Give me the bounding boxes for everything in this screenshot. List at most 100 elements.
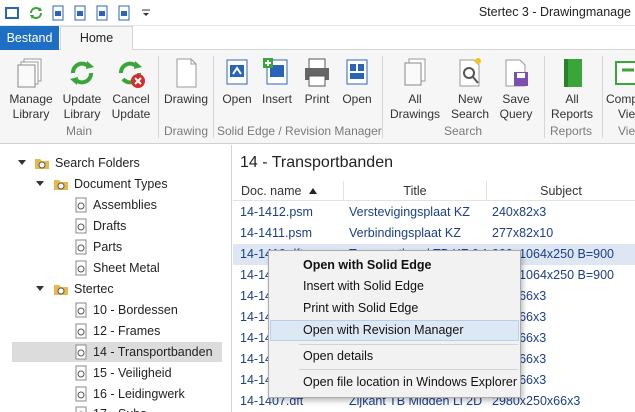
insert-label: Insert: [261, 92, 292, 106]
column-header-title[interactable]: Title: [344, 181, 487, 201]
tree-label: Drafts: [93, 219, 127, 233]
ribbon-separator: [602, 56, 603, 138]
all-drawings-label-1: All: [408, 92, 422, 106]
folder-tree: Search Folders Document Types Assemblies…: [0, 145, 232, 412]
menu-item-insert-solid-edge[interactable]: Insert with Solid Edge: [270, 276, 519, 297]
tab-file[interactable]: Bestand: [0, 26, 59, 50]
cell-title: Verstevigingsplaat KZ: [349, 205, 470, 219]
search-icon: [459, 58, 481, 87]
save-icon: [505, 59, 528, 87]
chevron-down-icon[interactable]: [36, 181, 44, 186]
refresh-icon[interactable]: [28, 5, 44, 21]
compare-icon: [615, 61, 635, 85]
insert-button[interactable]: Insert: [258, 56, 296, 120]
customize-toolbar-icon[interactable]: [138, 5, 154, 21]
document-icon[interactable]: [72, 5, 88, 21]
new-search-button[interactable]: New Search: [448, 56, 492, 121]
group-label-solid-edge: Solid Edge / Revision Manager: [217, 124, 382, 138]
tree-label: Stertec: [74, 282, 114, 296]
search-folder-icon: [54, 180, 68, 190]
group-label-reports: Reports: [550, 124, 593, 138]
insert-icon: [263, 58, 288, 85]
search-document-icon: [75, 302, 87, 318]
ribbon: Manage Library Update Library Cancel Upd…: [0, 50, 635, 144]
open-label: Open: [222, 92, 252, 106]
group-label-main: Main: [66, 124, 93, 138]
search-folder-icon: [35, 159, 49, 169]
tree-label: Assemblies: [93, 198, 157, 212]
all-drawings-button[interactable]: All Drawings: [386, 56, 444, 121]
group-label-view: Vie: [618, 124, 635, 138]
open-solid-edge-button[interactable]: Open: [218, 56, 256, 120]
cell-subject: 277x82x10: [492, 226, 554, 240]
tree-label: Parts: [93, 240, 123, 254]
search-folder-icon: [54, 285, 68, 295]
table-header: Doc. name Title Subject: [233, 181, 635, 201]
printer-icon: [305, 58, 329, 87]
documents-icon: [404, 58, 426, 86]
compare-view-button[interactable]: Comp Vie: [606, 56, 635, 121]
ribbon-separator: [213, 56, 214, 138]
tree-label: 14 - Transportbanden: [93, 345, 213, 359]
search-document-icon: [75, 365, 87, 381]
menu-item-open-file-location[interactable]: Open file location in Windows Explorer: [270, 372, 519, 393]
column-label: Doc. name: [241, 184, 302, 198]
save-query-label-1: Save: [502, 92, 530, 106]
tree-label: 16 - Leidingwerk: [93, 387, 185, 401]
column-header-doc-name[interactable]: Doc. name: [233, 181, 344, 201]
cancel-update-label-1: Cancel: [112, 92, 150, 106]
cell-doc-name: 14-1412.psm: [240, 205, 313, 219]
print-button[interactable]: Print: [298, 56, 336, 120]
drawing-icon: [176, 58, 197, 88]
all-reports-label-1: All: [565, 92, 579, 106]
menu-separator: [299, 344, 518, 345]
tree-label: 12 - Frames: [93, 324, 161, 338]
ribbon-separator: [158, 56, 159, 138]
drawing-button[interactable]: Drawing: [162, 56, 210, 120]
compare-label-1: Comp: [606, 92, 635, 106]
table-row[interactable]: 14-1411.psm Verbindingsplaat KZ 277x82x1…: [233, 223, 635, 244]
chevron-down-icon[interactable]: [18, 160, 26, 165]
title-bar: Stertec 3 - Drawingmanage: [0, 0, 635, 26]
tree-label: 15 - Veiligheid: [93, 366, 172, 380]
library-icon: [17, 58, 42, 88]
tree-label: Document Types: [74, 177, 168, 191]
tab-home[interactable]: Home: [60, 26, 133, 51]
menu-separator: [299, 369, 518, 370]
menu-item-open-details[interactable]: Open details: [270, 346, 519, 367]
column-header-subject[interactable]: Subject: [487, 181, 635, 201]
sort-ascending-icon: [308, 188, 317, 194]
cancel-update-label-2: Update: [111, 107, 151, 121]
solid-edge-open-icon: [226, 59, 248, 85]
new-search-label-2: Search: [450, 107, 490, 121]
all-reports-label-2: Reports: [550, 107, 594, 121]
document-icon[interactable]: [50, 5, 66, 21]
save-query-button[interactable]: Save Query: [494, 56, 538, 121]
document-icon[interactable]: [94, 5, 110, 21]
compare-label-2: Vie: [618, 107, 635, 121]
save-query-label-2: Query: [499, 107, 533, 121]
cell-title: Verbindingsplaat KZ: [349, 226, 461, 240]
tree-label: 10 - Bordessen: [93, 303, 178, 317]
table-row[interactable]: 14-1412.psm Verstevigingsplaat KZ 240x82…: [233, 202, 635, 223]
manage-library-button[interactable]: Manage Library: [6, 56, 56, 121]
cancel-refresh-icon: [119, 61, 145, 88]
document-icon[interactable]: [116, 5, 132, 21]
search-document-icon: [75, 197, 87, 213]
ribbon-separator: [544, 56, 545, 138]
menu-item-open-solid-edge[interactable]: Open with Solid Edge: [270, 255, 519, 276]
open-revision-manager-button[interactable]: Open: [338, 56, 376, 120]
all-reports-button[interactable]: All Reports: [548, 56, 596, 121]
menu-item-open-revision-manager[interactable]: Open with Revision Manager: [270, 320, 519, 341]
chevron-down-icon[interactable]: [36, 286, 44, 291]
ribbon-separator: [382, 56, 383, 138]
revision-manager-icon: [346, 59, 368, 85]
menu-item-print-solid-edge[interactable]: Print with Solid Edge: [270, 298, 519, 319]
update-library-button[interactable]: Update Library: [58, 56, 106, 121]
app-icon: [5, 7, 19, 19]
group-label-search: Search: [444, 124, 483, 138]
group-label-drawing: Drawing: [164, 124, 209, 138]
cancel-update-button[interactable]: Cancel Update: [108, 56, 154, 121]
search-document-icon: [75, 218, 87, 234]
search-document-icon: [75, 344, 87, 360]
